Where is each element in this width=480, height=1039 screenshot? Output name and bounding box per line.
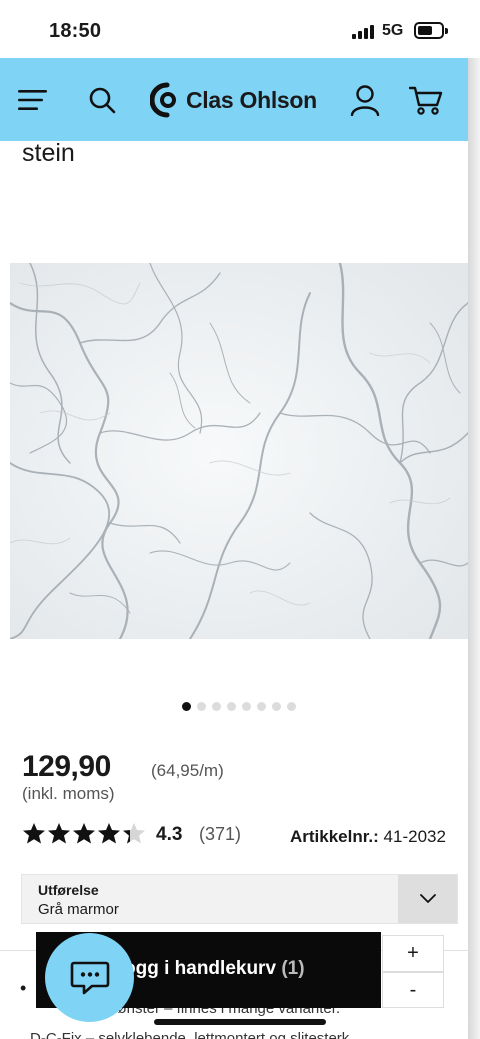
pagination-dot[interactable] [287,702,296,711]
article-label: Artikkelnr.: [290,827,379,846]
description-line: D-C-Fix – selvklebende, lettmontert og s… [30,1030,350,1039]
cart-icon[interactable] [406,80,446,120]
pagination-dot[interactable] [212,702,221,711]
quantity-increase-button[interactable]: + [382,935,444,972]
star-icon [48,823,70,844]
rating-value: 4.3 [156,824,183,845]
article-number: Artikkelnr.: 41-2032 [290,827,446,847]
signal-icon [352,25,374,39]
variant-label: Utførelse [38,882,99,898]
unit-price: (64,95/m) [151,761,224,780]
star-icon [98,823,120,844]
chat-button[interactable] [45,933,134,1022]
star-partial-icon [123,823,145,844]
product-image[interactable] [10,263,468,639]
rating-stars[interactable] [22,822,146,844]
pagination-dot[interactable] [257,702,266,711]
quantity-decrease-button[interactable]: - [382,972,444,1008]
image-pagination [182,702,296,711]
marble-texture-image [10,263,468,639]
product-price: 129,90 [22,750,111,783]
pagination-dot[interactable] [272,702,281,711]
vat-note: (inkl. moms) [22,784,115,803]
network-label: 5G [382,22,404,39]
star-icon [73,823,95,844]
article-value: 41-2032 [383,827,446,846]
logo-mark-icon [150,82,176,118]
star-icon [23,823,45,844]
scroll-edge [468,58,480,1039]
account-icon[interactable] [345,80,385,120]
menu-icon[interactable] [13,80,53,120]
search-icon[interactable] [82,80,122,120]
pagination-dot[interactable] [227,702,236,711]
chevron-down-icon[interactable] [398,875,457,923]
status-bar: 18:50 5G [0,0,480,58]
variant-select[interactable]: Utførelse Grå marmor [21,874,458,924]
pagination-dot[interactable] [182,702,191,711]
add-to-cart-text: ogg i handlekurv [124,958,277,979]
chat-icon [70,961,109,994]
cart-quantity: (1) [281,958,305,979]
battery-icon [414,22,448,39]
site-header: Clas Ohlson [0,58,470,141]
pagination-dot[interactable] [197,702,206,711]
pagination-dot[interactable] [242,702,251,711]
home-indicator [154,1019,326,1025]
variant-value: Grå marmor [38,901,119,918]
product-title: stein [22,139,75,167]
brand-name: Clas Ohlson [186,86,317,113]
description-bullet: • [20,978,27,998]
add-to-cart-label: ogg i handlekurv (1) [124,958,305,980]
rating-count[interactable]: (371) [199,824,241,845]
status-time: 18:50 [49,20,102,42]
brand-logo[interactable]: Clas Ohlson [150,80,317,120]
